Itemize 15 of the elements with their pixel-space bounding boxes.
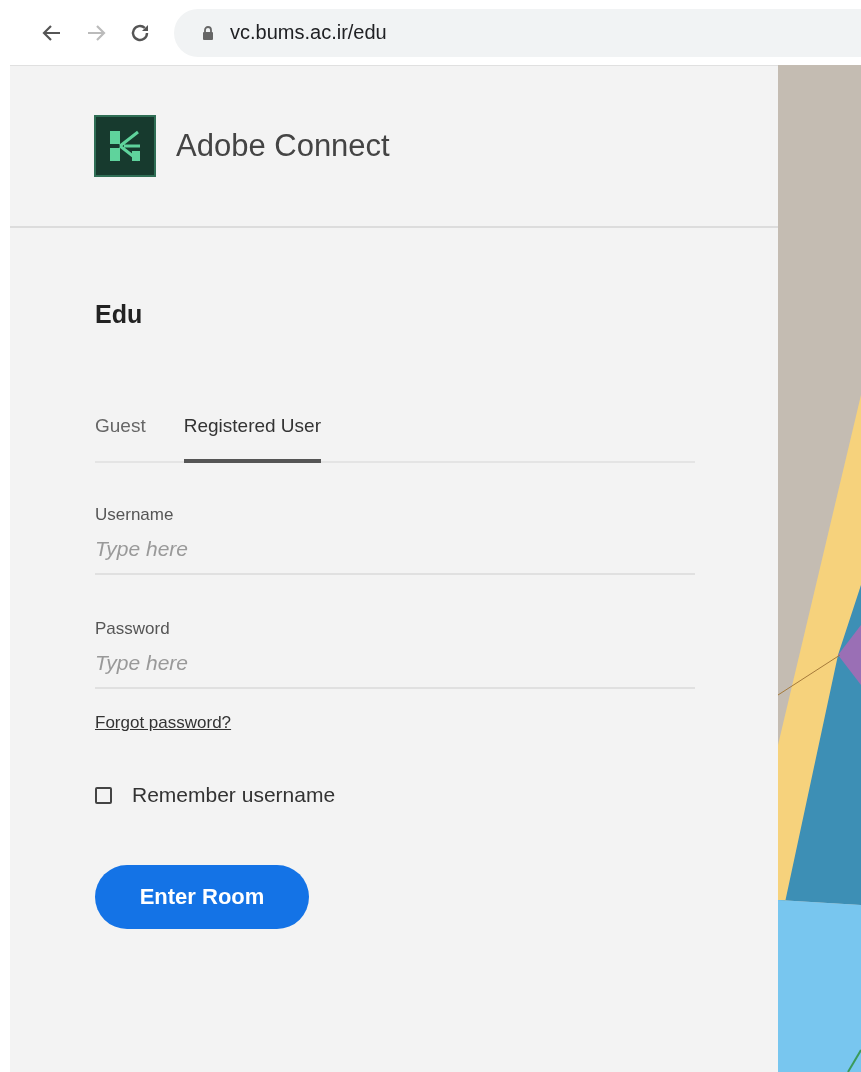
remember-checkbox[interactable] bbox=[95, 786, 112, 804]
lock-icon bbox=[202, 24, 214, 41]
forgot-password-link[interactable]: Forgot password? bbox=[95, 713, 232, 733]
field-label: Username bbox=[95, 505, 175, 525]
input-field[interactable]: Type here bbox=[95, 525, 695, 575]
tab[interactable]: Registered User bbox=[183, 415, 321, 463]
input-field[interactable]: Type here bbox=[95, 639, 695, 689]
room-title: Edu bbox=[95, 300, 144, 329]
app-name: Adobe Connect bbox=[176, 128, 390, 164]
address-bar[interactable]: vc.bums.ac.ir/edu bbox=[174, 8, 861, 57]
field-label: Password bbox=[95, 619, 171, 639]
app-logo-icon bbox=[94, 115, 156, 177]
remember-label: Remember username bbox=[132, 783, 336, 807]
enter-room-button[interactable]: Enter Room bbox=[95, 865, 309, 929]
tab[interactable]: Guest bbox=[95, 415, 146, 463]
